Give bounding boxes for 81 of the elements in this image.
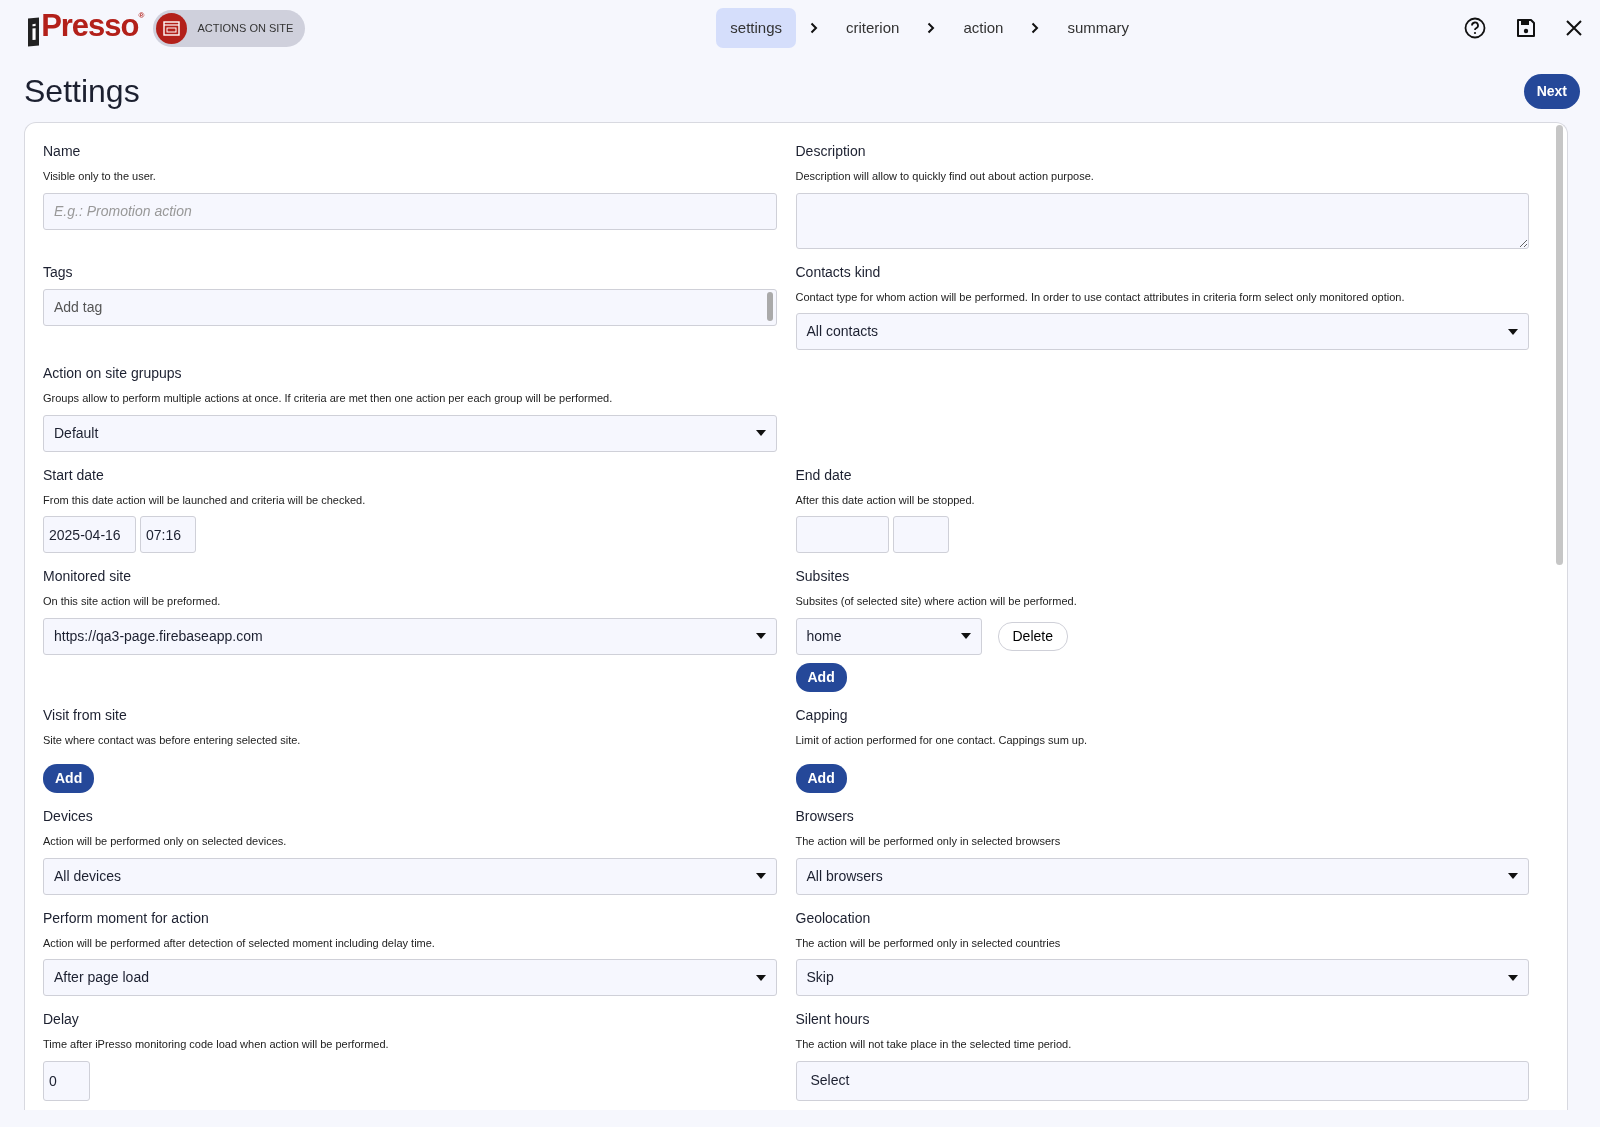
step-tab[interactable]: settings <box>716 7 796 49</box>
field-help: The action will not take place in the selected time period. <box>795 1037 1073 1053</box>
field-help: Action will be performed after detection of selected moment including delay time. <box>43 935 436 951</box>
date-field[interactable] <box>795 516 889 554</box>
field-label: Visit from site <box>43 705 127 725</box>
field-label: Monitored site <box>43 567 131 587</box>
caret-icon <box>1508 873 1518 880</box>
dropdown[interactable]: Default <box>43 414 777 452</box>
dropdown[interactable]: home <box>795 617 982 655</box>
field-help: Contact type for whom action will be performed. In order to use contact attributes in criteria form select only monitored option. <box>795 289 1406 305</box>
save-icon[interactable] <box>1516 18 1536 38</box>
field-help: Limit of action performed for one contact. Cappings sum up. <box>795 732 1089 748</box>
field-help: After this date action will be stopped. <box>795 492 976 508</box>
field-label: Name <box>43 142 81 162</box>
logo-text: Presso <box>41 10 139 41</box>
caret-icon <box>960 633 971 640</box>
chevron-right-icon <box>810 22 818 34</box>
field-label: Description <box>795 142 866 162</box>
field-label: Start date <box>43 465 104 485</box>
caret-icon <box>1508 974 1518 981</box>
number-field[interactable]: 0 <box>43 1060 90 1101</box>
dropdown[interactable]: All contacts <box>795 313 1529 351</box>
tag-input[interactable]: Add tag <box>43 288 777 326</box>
close-icon[interactable] <box>1566 20 1582 36</box>
field-help: From this date action will be launched and criteria will be checked. <box>43 492 367 508</box>
field-label: Browsers <box>795 807 854 827</box>
picker-field[interactable]: Select <box>795 1060 1529 1101</box>
dropdown[interactable]: All devices <box>43 857 777 895</box>
logo-mark: i <box>28 17 40 47</box>
time-field[interactable] <box>892 516 949 554</box>
date-field[interactable]: 2025-04-16 <box>43 516 136 554</box>
field-label: Tags <box>43 262 73 282</box>
caret-icon <box>755 430 766 437</box>
field-label: Capping <box>795 705 848 725</box>
caret-icon <box>755 633 766 640</box>
field-help: Groups allow to perform multiple actions at once. If criteria are met then one action per each group will be performed. <box>43 391 614 407</box>
page-title: Settings <box>24 72 140 111</box>
module-name: ACTIONS ON SITE <box>197 20 294 36</box>
dropdown[interactable]: Skip <box>795 959 1529 997</box>
window-icon <box>156 12 188 44</box>
field-label: Action on site grupups <box>43 364 182 384</box>
field-help: Visible only to the user. <box>43 169 157 185</box>
caret-icon <box>755 873 766 880</box>
scrollbar[interactable] <box>766 291 773 321</box>
dropdown[interactable]: https://qa3-page.firebaseapp.com <box>43 617 777 655</box>
field-label: Devices <box>43 807 93 827</box>
registered-mark: ® <box>138 12 144 20</box>
field-label: Geolocation <box>795 908 871 928</box>
field-label: Perform moment for action <box>43 908 209 928</box>
caret-icon <box>1508 328 1518 335</box>
input-field[interactable]: E.g.: Promotion action <box>43 192 777 230</box>
field-help: The action will be performed only in selected countries <box>795 935 1062 951</box>
field-help: Description will allow to quickly find out about action purpose. <box>795 169 1095 185</box>
step-tab[interactable]: criterion <box>832 7 914 49</box>
field-help: On this site action will be preformed. <box>43 594 222 610</box>
caret-icon <box>755 974 766 981</box>
scrollbar[interactable] <box>1556 125 1563 566</box>
field-help: Action will be performed only on selected devices. <box>43 834 288 850</box>
help-icon[interactable] <box>1464 17 1486 39</box>
add-button[interactable]: Add <box>795 662 847 692</box>
field-label: End date <box>795 465 852 485</box>
dropdown[interactable]: After page load <box>43 959 777 997</box>
delete-button[interactable]: Delete <box>997 621 1068 651</box>
step-tab[interactable]: action <box>949 7 1018 49</box>
step-tab[interactable]: summary <box>1053 7 1144 49</box>
field-label: Silent hours <box>795 1010 870 1030</box>
time-field[interactable]: 07:16 <box>140 516 196 554</box>
field-help: The action will be performed only in selected browsers <box>795 834 1062 850</box>
add-button[interactable]: Add <box>795 764 847 794</box>
chevron-right-icon <box>1031 22 1040 34</box>
field-label: Contacts kind <box>795 262 881 282</box>
field-help: Subsites (of selected site) where action will be performed. <box>795 594 1078 610</box>
dropdown[interactable]: All browsers <box>795 857 1529 895</box>
add-button[interactable]: Add <box>43 764 95 794</box>
text-area[interactable] <box>795 192 1529 249</box>
field-label: Delay <box>43 1010 79 1030</box>
field-label: Subsites <box>795 567 850 587</box>
chevron-right-icon <box>927 22 936 34</box>
next-button[interactable]: Next <box>1523 73 1580 109</box>
field-help: Site where contact was before entering selected site. <box>43 732 302 748</box>
field-help: Time after iPresso monitoring code load when action will be performed. <box>43 1037 390 1053</box>
